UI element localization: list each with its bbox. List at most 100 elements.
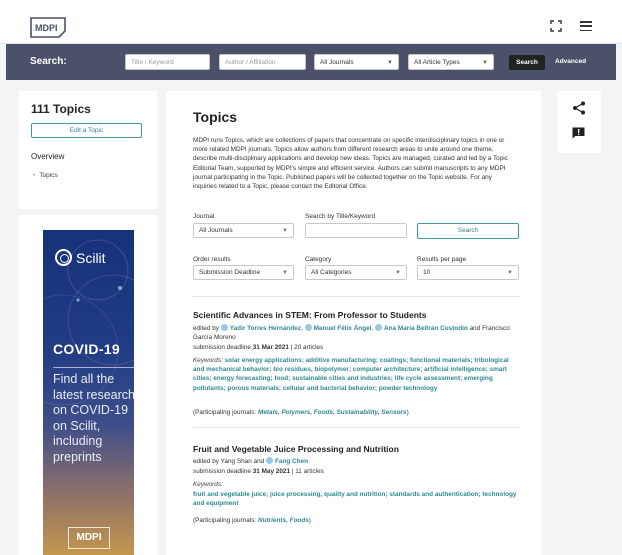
- edited-by-label: edited by: [193, 458, 219, 465]
- chevron-down-icon: ▼: [395, 270, 401, 276]
- chevron-down-icon: ▼: [387, 60, 393, 66]
- share-icon[interactable]: [572, 101, 586, 115]
- scilit-logo-icon: [55, 249, 72, 266]
- editor-link[interactable]: Manuel Félix Ángel: [314, 325, 372, 332]
- edited-by-label: edited by: [193, 325, 219, 332]
- report-icon[interactable]: [572, 127, 585, 139]
- title-search-label: Search by Title/Keyword: [305, 213, 376, 220]
- search-button[interactable]: Search: [509, 55, 545, 70]
- results-per-page-select[interactable]: 10 ▼: [417, 265, 519, 280]
- article-count: | 20 articles: [290, 344, 324, 351]
- keywords-label: Keywords:: [193, 481, 223, 488]
- chevron-down-icon: ▼: [482, 60, 488, 66]
- topic-keywords: Keywords: solar energy applications; add…: [193, 356, 518, 393]
- scilit-brand: Scilit: [76, 249, 106, 266]
- topics-description: MDPI runs Topics, which are collections …: [193, 137, 508, 191]
- svg-text:MDPI: MDPI: [35, 23, 58, 33]
- topic-title-link[interactable]: Scientific Advances in STEM: From Profes…: [193, 310, 426, 320]
- article-count: | 11 articles: [291, 468, 324, 475]
- category-label: Category: [305, 256, 332, 263]
- scilit-covid-ad[interactable]: Scilit COVID-19 Find all the latest rese…: [43, 230, 134, 555]
- participating-label: (Participating journals:: [193, 409, 257, 416]
- editor-name: Yang Shan: [220, 458, 252, 465]
- orcid-icon: [266, 457, 273, 464]
- order-results-value: Submission Deadline: [199, 269, 261, 276]
- title-keyword-input[interactable]: Title / Keyword: [125, 54, 210, 70]
- journal-links[interactable]: Metals, Polymers, Foods, Sustainability,…: [258, 409, 407, 416]
- topics-sidebar: 111 Topics Edit a Topic Overview • Topics: [19, 91, 157, 209]
- journal-filter-value: All Journals: [199, 227, 233, 234]
- journal-links[interactable]: Nutrients, Foods: [258, 517, 309, 524]
- sidebar-item-label: Topics: [39, 172, 58, 179]
- orcid-icon: [375, 324, 383, 331]
- and-text: and: [469, 325, 481, 332]
- keywords-links[interactable]: fruit and vegetable juice; juice process…: [193, 491, 516, 507]
- orcid-icon: [304, 324, 312, 331]
- mdpi-logo[interactable]: MDPI: [29, 15, 67, 39]
- author-affiliation-input[interactable]: Author / Affiliation: [219, 54, 306, 70]
- results-per-page-value: 10: [423, 269, 431, 276]
- hamburger-menu-icon[interactable]: [580, 21, 592, 31]
- topic-keywords-label-row: Keywords:: [193, 480, 518, 489]
- keywords-label: Keywords:: [193, 357, 223, 364]
- search-bar: Search: Title / Keyword Author / Affilia…: [6, 44, 616, 80]
- bullet-icon: •: [33, 172, 36, 179]
- topic-keywords: fruit and vegetable juice; juice process…: [193, 490, 518, 508]
- category-select[interactable]: All Categories ▼: [305, 265, 407, 280]
- action-sidebar: [557, 91, 601, 153]
- chevron-down-icon: ▼: [282, 228, 288, 234]
- participating-journals: (Participating journals: Nutrients, Food…: [193, 516, 518, 525]
- journal-filter-label: Journal: [193, 213, 215, 220]
- overview-title: Overview: [31, 152, 65, 161]
- editor-link[interactable]: Ana María Beltrán Custodio: [384, 325, 468, 332]
- results-per-page-label: Results per page: [417, 256, 467, 263]
- topic-deadline: submission deadline 31 May 2021 | 11 art…: [193, 467, 518, 476]
- chevron-down-icon: ▼: [507, 270, 513, 276]
- deadline-date: 31 Mar 2021: [252, 344, 289, 351]
- journals-select-value: All Journals: [320, 59, 354, 66]
- participating-label: (Participating journals:: [193, 517, 257, 524]
- editor-link[interactable]: Yadir Torres Hernández: [230, 325, 301, 332]
- article-types-select-value: All Article Types: [414, 59, 460, 66]
- chevron-down-icon: ▼: [282, 270, 288, 276]
- edit-topic-button[interactable]: Edit a Topic: [31, 123, 142, 138]
- topic-editors: edited by Yadir Torres Hernández, Manuel…: [193, 324, 510, 342]
- participating-journals: (Participating journals: Metals, Polymer…: [193, 408, 518, 417]
- ad-body: Find all the latest research on COVID-19…: [53, 372, 134, 464]
- scilit-logo: Scilit: [55, 249, 106, 266]
- search-label: Search:: [30, 56, 67, 67]
- ad-card: Scilit COVID-19 Find all the latest rese…: [19, 215, 157, 555]
- article-types-select[interactable]: All Article Types ▼: [408, 54, 494, 70]
- expand-icon[interactable]: [550, 20, 562, 32]
- advanced-search-link[interactable]: Advanced: [555, 58, 586, 65]
- topic-deadline: submission deadline 31 Mar 2021 | 20 art…: [193, 343, 518, 352]
- sidebar-item-topics[interactable]: • Topics: [33, 172, 58, 179]
- divider: [193, 296, 520, 297]
- ad-mdpi-logo: MDPI: [68, 527, 110, 549]
- divider: [193, 427, 520, 428]
- topic-title-link[interactable]: Fruit and Vegetable Juice Processing and…: [193, 444, 399, 454]
- journals-select[interactable]: All Journals ▼: [314, 54, 399, 70]
- filter-search-button[interactable]: Search: [417, 223, 519, 239]
- category-value: All Categories: [311, 269, 352, 276]
- orcid-icon: [220, 324, 228, 331]
- ad-headline: COVID-19: [53, 341, 120, 357]
- and-text: and: [253, 458, 265, 465]
- page-title: Topics: [193, 109, 238, 125]
- closing-paren: ): [308, 517, 311, 524]
- title-search-input[interactable]: [305, 223, 407, 238]
- top-header: MDPI: [0, 0, 622, 44]
- deadline-label: submission deadline: [193, 468, 251, 475]
- keywords-links[interactable]: solar energy applications; additive manu…: [193, 357, 509, 392]
- topic-editors: edited by Yang Shan and Fang Chen: [193, 457, 518, 466]
- deadline-label: submission deadline: [193, 344, 251, 351]
- deadline-date: 31 May 2021: [252, 468, 290, 475]
- closing-paren: ): [406, 409, 409, 416]
- editor-link[interactable]: Fang Chen: [275, 458, 308, 465]
- ad-divider: [53, 367, 134, 368]
- topics-count: 111 Topics: [31, 102, 91, 116]
- order-results-select[interactable]: Submission Deadline ▼: [193, 265, 294, 280]
- order-results-label: Order results: [193, 256, 231, 263]
- journal-filter-select[interactable]: All Journals ▼: [193, 223, 294, 238]
- main-content: Topics MDPI runs Topics, which are colle…: [166, 91, 541, 555]
